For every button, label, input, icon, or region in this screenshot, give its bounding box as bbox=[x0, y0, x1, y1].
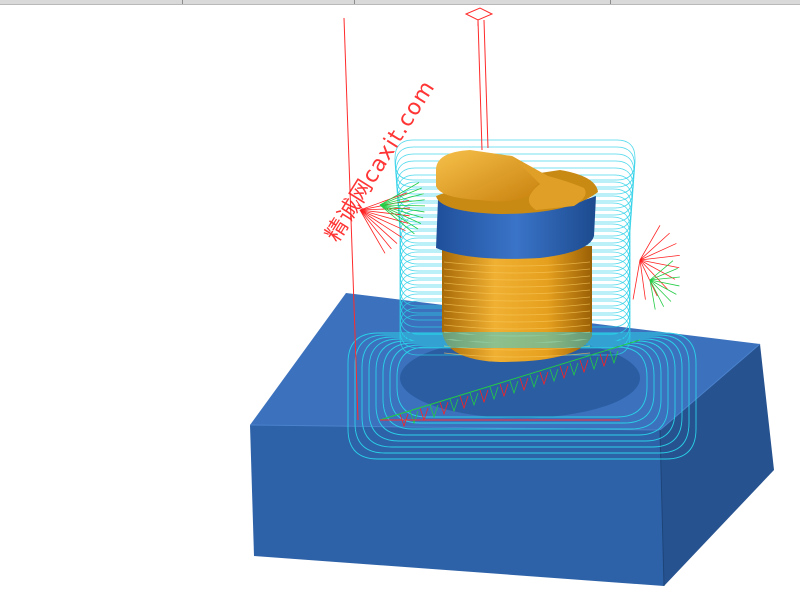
lead-move bbox=[359, 209, 386, 254]
part-top-boss bbox=[436, 150, 540, 202]
machined-part bbox=[436, 150, 598, 362]
lead-move bbox=[632, 259, 641, 300]
lead-move bbox=[649, 260, 674, 281]
workplane-icon bbox=[464, 7, 494, 26]
lead-move bbox=[359, 209, 392, 250]
cam-3d-viewport[interactable] bbox=[0, 0, 800, 592]
lead-move bbox=[639, 225, 661, 261]
lead-move bbox=[639, 232, 670, 261]
stock-block-front bbox=[250, 425, 664, 586]
